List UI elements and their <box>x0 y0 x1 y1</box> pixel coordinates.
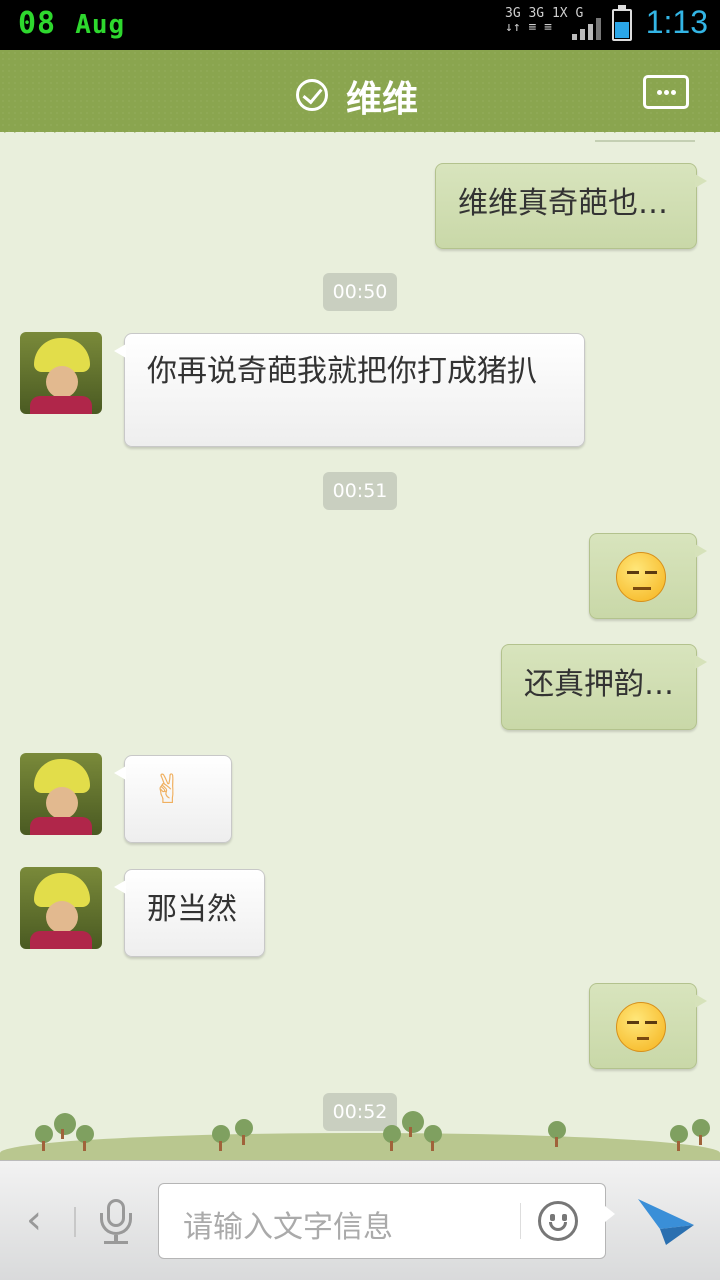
victory-hand-icon: ✌ <box>151 767 185 813</box>
divider <box>74 1207 76 1237</box>
contact-avatar[interactable] <box>20 753 102 835</box>
status-date-day: 08 <box>18 6 57 41</box>
message-text: 那当然 <box>147 892 237 927</box>
sweat-face-icon <box>616 552 666 602</box>
chat-title[interactable]: 维维 <box>346 70 418 122</box>
timestamp: 00:50 <box>323 273 397 311</box>
contact-avatar[interactable] <box>20 867 102 949</box>
message-text: 维维真奇葩也… <box>458 186 668 221</box>
message-bubble-outgoing[interactable] <box>589 533 707 619</box>
message-bubble-incoming[interactable]: ✌ <box>114 755 232 843</box>
tease-face-icon <box>616 1002 666 1052</box>
message-bubble-outgoing[interactable]: 还真押韵… <box>501 644 707 730</box>
message-bubble-outgoing[interactable]: 维维真奇葩也… <box>435 163 707 249</box>
check-circle-icon <box>296 79 328 111</box>
message-text: 你再说奇葩我就把你打成猪扒 <box>147 354 537 389</box>
timestamp: 00:51 <box>323 472 397 510</box>
contact-avatar[interactable] <box>20 332 102 414</box>
paper-plane-send-icon[interactable] <box>636 1197 696 1247</box>
microphone-icon[interactable] <box>98 1199 134 1245</box>
chat-menu-icon[interactable] <box>643 75 689 109</box>
status-bar: 08 Aug 3G 3G 1X G ↓↑ ≡ ≡ 1:13 <box>0 0 720 50</box>
message-bubble-outgoing[interactable] <box>589 983 707 1069</box>
chevron-left-icon[interactable]: ‹ <box>26 1197 42 1243</box>
status-date-month: Aug <box>75 10 126 40</box>
background-scenery <box>0 1105 720 1163</box>
signal-bars-icon <box>572 18 601 40</box>
chat-header: 维维 <box>0 50 720 132</box>
message-bubble-incoming[interactable]: 那当然 <box>114 869 265 957</box>
smiley-icon[interactable] <box>538 1201 578 1241</box>
status-time: 1:13 <box>645 4 708 40</box>
input-divider <box>520 1203 521 1239</box>
header-zigzag-edge <box>0 128 720 138</box>
message-text: 还真押韵… <box>524 667 674 702</box>
input-bar: ‹ 请输入文字信息 <box>0 1160 720 1280</box>
status-date: 08 Aug <box>18 6 125 41</box>
message-list[interactable]: 维维真奇葩也… 00:50 你再说奇葩我就把你打成猪扒 00:51 还真押韵… … <box>0 138 720 1160</box>
battery-icon <box>612 5 632 41</box>
partial-previous-bubble <box>595 138 695 142</box>
message-bubble-incoming[interactable]: 你再说奇葩我就把你打成猪扒 <box>114 333 585 447</box>
